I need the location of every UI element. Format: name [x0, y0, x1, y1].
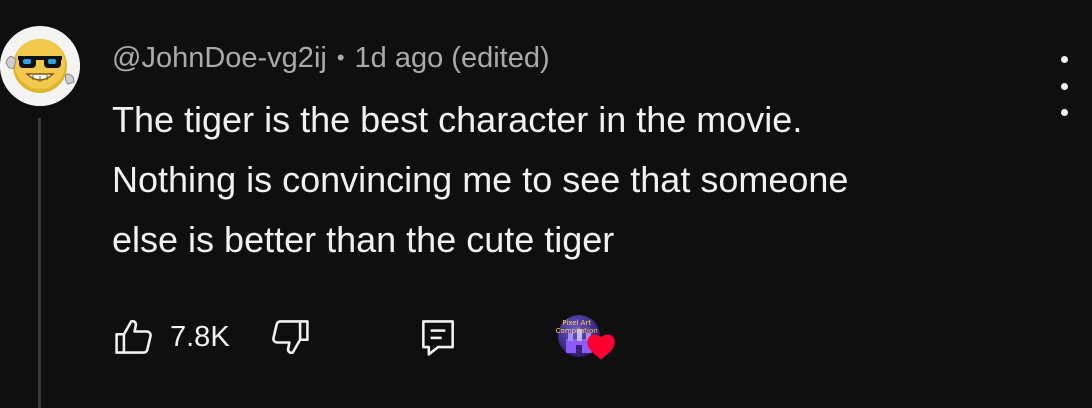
- creator-heart-badge[interactable]: Pixel Art Compilation: [556, 311, 616, 363]
- red-heart-icon: [586, 334, 615, 360]
- comment-text-line: else is better than the cute tiger: [112, 219, 615, 260]
- comment-timestamp[interactable]: 1d ago (edited): [355, 42, 550, 75]
- comment-actions: 7.8K Pixel Art Compilation: [112, 310, 616, 364]
- header-separator: •: [336, 45, 345, 70]
- reply-comment-icon: [421, 320, 454, 356]
- comment-thread: @JohnDoe-vg2ij • 1d ago (edited) The tig…: [0, 0, 1092, 408]
- more-vertical-icon-dot: [1060, 109, 1068, 116]
- dislike-button[interactable]: [268, 315, 312, 359]
- reply-button[interactable]: [416, 315, 460, 359]
- thumbs-down-icon: [271, 320, 309, 355]
- comment-text-line: Nothing is convincing me to see that som…: [112, 159, 849, 200]
- sunglasses-emoji-icon: [0, 26, 80, 106]
- comment-header: @JohnDoe-vg2ij • 1d ago (edited): [112, 38, 550, 78]
- thumbs-up-icon: [115, 319, 152, 354]
- thread-line: [38, 118, 41, 408]
- like-button[interactable]: 7.8K: [112, 315, 230, 359]
- more-options-button[interactable]: [1052, 56, 1076, 116]
- more-vertical-icon: [1060, 56, 1068, 63]
- more-vertical-icon-dot: [1060, 82, 1068, 90]
- author-avatar[interactable]: [0, 26, 80, 106]
- comment-text: The tiger is the best character in the m…: [112, 90, 1032, 270]
- like-count: 7.8K: [170, 320, 230, 353]
- comment-text-line: The tiger is the best character in the m…: [112, 99, 803, 140]
- author-handle[interactable]: @JohnDoe-vg2ij: [112, 42, 327, 75]
